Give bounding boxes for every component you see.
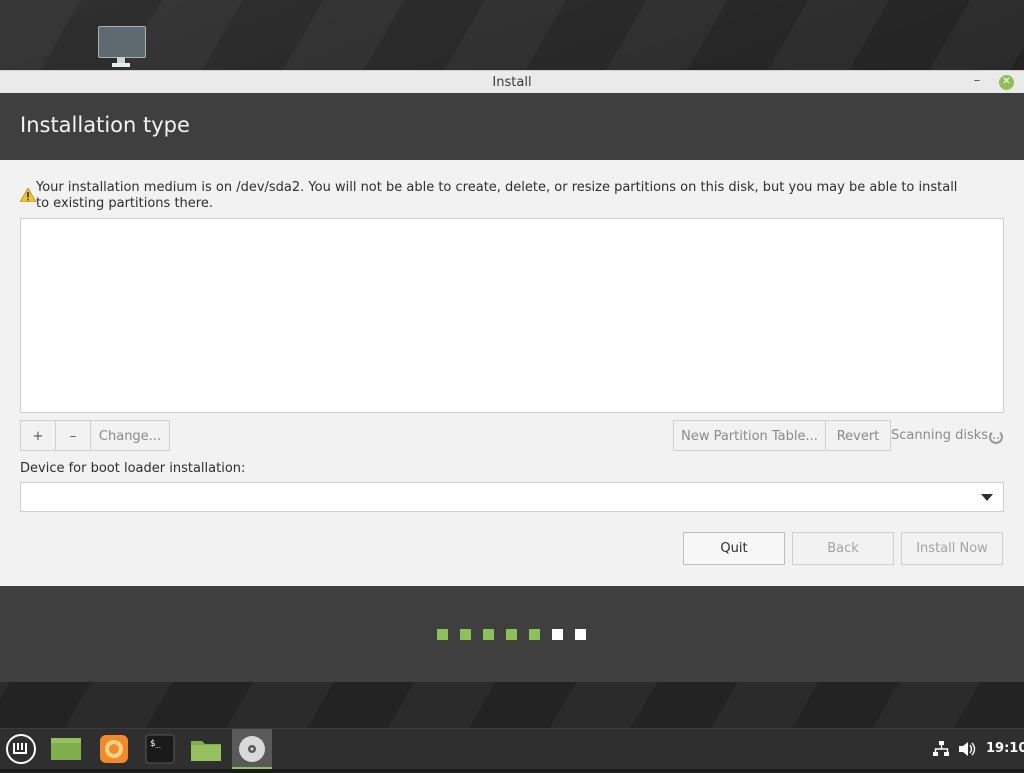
- step-dot: [437, 629, 448, 640]
- boot-loader-select[interactable]: [20, 482, 1004, 512]
- firefox-icon: [100, 735, 128, 763]
- install-now-button[interactable]: Install Now: [901, 532, 1003, 565]
- volume-icon[interactable]: [958, 741, 976, 757]
- spinner-icon: [989, 430, 1003, 444]
- terminal-button[interactable]: $_: [140, 729, 180, 769]
- main-content: Your installation medium is on /dev/sda2…: [0, 160, 1024, 586]
- step-dot: [483, 629, 494, 640]
- files-icon: [191, 741, 221, 761]
- clock[interactable]: 19:10: [986, 741, 1024, 756]
- taskbar: $_ 19:10: [0, 728, 1024, 769]
- warning-icon: [20, 188, 36, 202]
- boot-loader-label: Device for boot loader installation:: [20, 461, 246, 476]
- add-partition-button[interactable]: +: [20, 420, 56, 451]
- step-dot: [575, 629, 586, 640]
- new-partition-table-button[interactable]: New Partition Table...: [673, 420, 826, 451]
- close-button[interactable]: ✕: [999, 75, 1014, 90]
- step-dot: [529, 629, 540, 640]
- page-title: Installation type: [20, 113, 190, 137]
- firefox-button[interactable]: [94, 729, 134, 769]
- scanning-status: Scanning disks...: [891, 428, 1001, 443]
- change-partition-button[interactable]: Change...: [90, 420, 170, 451]
- step-dot: [460, 629, 471, 640]
- installer-disc-icon: [239, 736, 265, 762]
- back-button[interactable]: Back: [792, 532, 894, 565]
- show-desktop-icon: [51, 738, 81, 760]
- close-icon: ✕: [1002, 76, 1011, 87]
- step-dot: [506, 629, 517, 640]
- computer-icon[interactable]: [98, 26, 146, 68]
- window-title: Install: [492, 75, 532, 90]
- page-header: Installation type: [0, 93, 1024, 160]
- step-dot: [552, 629, 563, 640]
- partition-table[interactable]: [20, 218, 1004, 413]
- quit-button[interactable]: Quit: [683, 532, 785, 565]
- menu-icon: [6, 734, 36, 764]
- installer-taskbar-button[interactable]: [232, 729, 272, 769]
- revert-button[interactable]: Revert: [825, 420, 891, 451]
- network-icon[interactable]: [932, 741, 950, 757]
- installer-window: Install – ✕ Installation type Your insta…: [0, 70, 1024, 682]
- chevron-down-icon: [981, 494, 993, 501]
- progress-footer: [0, 586, 1024, 682]
- files-button[interactable]: [186, 729, 226, 769]
- menu-button[interactable]: [0, 729, 40, 769]
- window-titlebar[interactable]: Install – ✕: [0, 70, 1024, 94]
- show-desktop-button[interactable]: [46, 729, 86, 769]
- svg-text:$_: $_: [150, 739, 161, 749]
- minimize-button[interactable]: –: [968, 73, 986, 91]
- terminal-icon: $_: [145, 734, 175, 764]
- remove-partition-button[interactable]: –: [55, 420, 91, 451]
- warning-text: Your installation medium is on /dev/sda2…: [36, 180, 958, 211]
